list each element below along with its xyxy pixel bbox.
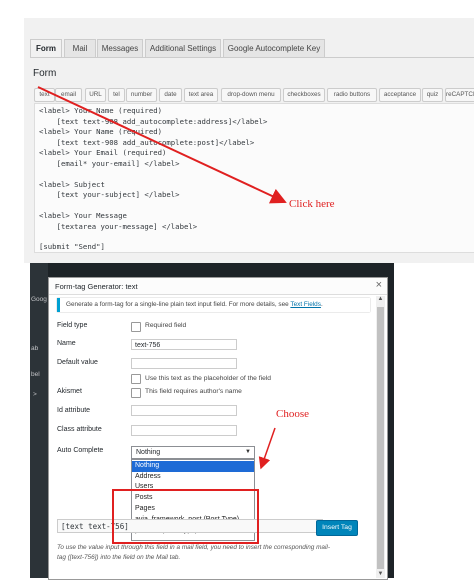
choose-annotation: Choose [276,408,309,420]
background-peek-text: ab [31,345,39,352]
background-peek-text: bel [31,371,40,378]
background-page-strip: Goog ab bel > [30,263,48,578]
background-peek-text: Goog [31,296,47,303]
click-here-annotation: Click here [289,198,335,210]
choose-arrow [258,427,276,470]
form-tag-generator-dialog: Form-tag Generator: text × Generate a fo… [48,277,388,580]
background-peek-text: > [33,391,37,398]
